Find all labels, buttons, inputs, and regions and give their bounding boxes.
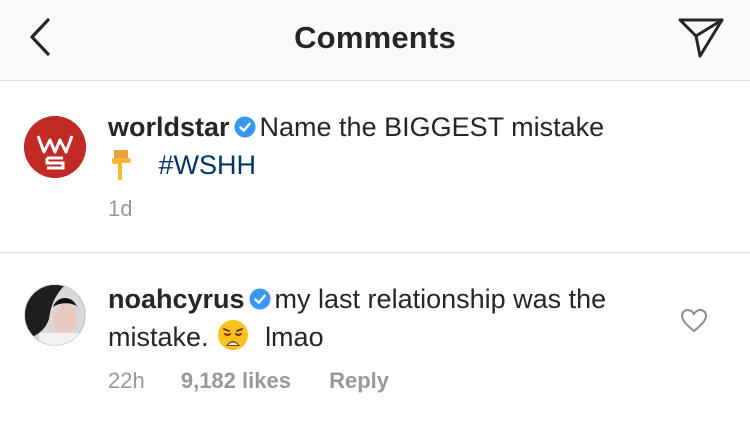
verified-badge-icon bbox=[249, 288, 271, 310]
comment-timestamp: 22h bbox=[108, 368, 145, 393]
likes-count[interactable]: 9,182 likes bbox=[181, 368, 291, 394]
paper-plane-icon bbox=[678, 18, 724, 58]
hashtag-link[interactable]: #WSHH bbox=[159, 150, 257, 180]
profile-photo-icon bbox=[25, 285, 85, 345]
comment-username[interactable]: noahcyrus bbox=[108, 284, 245, 314]
worldstar-logo-icon bbox=[24, 116, 86, 178]
post-caption: worldstar Name the BIGGEST mistake #WSHH bbox=[108, 108, 708, 184]
heart-icon bbox=[680, 308, 708, 333]
post-username[interactable]: worldstar bbox=[108, 112, 230, 142]
post-timestamp: 1d bbox=[108, 196, 133, 221]
top-bar: Comments bbox=[0, 0, 750, 81]
verified-badge-icon bbox=[234, 116, 256, 138]
pointing-down-emoji bbox=[111, 150, 131, 180]
page-title: Comments bbox=[294, 20, 456, 55]
weary-face-emoji bbox=[218, 320, 249, 350]
comment-text-suffix: lmao bbox=[265, 322, 324, 352]
reply-button[interactable]: Reply bbox=[329, 368, 389, 394]
noahcyrus-avatar[interactable] bbox=[24, 284, 86, 346]
share-button[interactable] bbox=[676, 14, 726, 60]
post-caption-text: Name the BIGGEST mistake bbox=[259, 112, 605, 142]
worldstar-avatar[interactable] bbox=[24, 116, 86, 178]
divider bbox=[0, 252, 750, 253]
like-button[interactable] bbox=[680, 308, 708, 334]
comment-body: noahcyrus my last relationship was the m… bbox=[108, 280, 648, 356]
comment-meta: 22h 9,182 likes Reply bbox=[108, 368, 389, 394]
